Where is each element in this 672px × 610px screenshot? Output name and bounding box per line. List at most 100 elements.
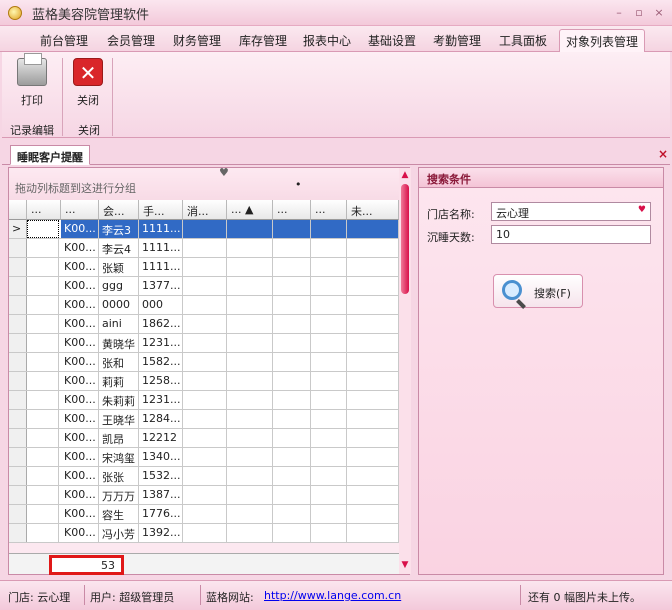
cell-col-8[interactable] [311,448,347,466]
cell-col-7[interactable] [273,410,311,428]
cell-sorted[interactable] [227,524,273,542]
cell-col-1[interactable] [27,486,59,504]
menu-members[interactable]: 会员管理 [107,32,155,49]
cell-member-name[interactable]: 李云4 [99,239,139,257]
cell-col-1[interactable] [27,296,59,314]
cell-unvisited[interactable] [347,467,399,485]
row-indicator[interactable] [9,505,27,523]
cell-sorted[interactable] [227,353,273,371]
cell-phone[interactable]: 1387... [139,486,183,504]
cell-col-7[interactable] [273,429,311,447]
header-phone[interactable]: 手... [139,200,183,220]
menu-front-desk[interactable]: 前台管理 [40,32,88,49]
cell-col-8[interactable] [311,277,347,295]
vertical-scrollbar[interactable]: ▲ ▼ [399,168,411,574]
row-indicator[interactable] [9,429,27,447]
table-row[interactable]: K00... aini 1862... [9,315,399,334]
table-row[interactable]: > K00... 李云3 1111... [9,220,399,239]
cell-unvisited[interactable] [347,448,399,466]
cell-consume[interactable] [183,410,227,428]
cell-member-id[interactable]: K00... [61,296,99,314]
cell-sorted[interactable] [227,334,273,352]
cell-consume[interactable] [183,296,227,314]
cell-unvisited[interactable] [347,277,399,295]
scroll-thumb[interactable] [401,184,409,294]
cell-consume[interactable] [183,239,227,257]
cell-col-1[interactable] [27,372,59,390]
row-indicator[interactable] [9,277,27,295]
cell-col-8[interactable] [311,315,347,333]
cell-col-7[interactable] [273,448,311,466]
cell-col-1[interactable] [27,467,59,485]
cell-sorted[interactable] [227,277,273,295]
tab-sleeping-customers[interactable]: 睡眠客户提醒 [10,145,90,165]
cell-col-1[interactable] [27,315,59,333]
header-col-7[interactable]: ... [273,200,311,220]
cell-phone[interactable]: 1340... [139,448,183,466]
cell-phone[interactable]: 1111... [139,258,183,276]
group-by-area[interactable]: 拖动列标题到这进行分组 ♥ • [9,166,399,200]
cell-col-8[interactable] [311,239,347,257]
cell-col-7[interactable] [273,315,311,333]
cell-phone[interactable]: 1231... [139,334,183,352]
cell-member-id[interactable]: K00... [61,448,99,466]
cell-phone[interactable]: 1377... [139,277,183,295]
row-indicator[interactable] [9,486,27,504]
cell-sorted[interactable] [227,220,273,238]
cell-member-id[interactable]: K00... [61,220,99,238]
cell-unvisited[interactable] [347,524,399,542]
cell-consume[interactable] [183,505,227,523]
cell-sorted[interactable] [227,410,273,428]
cell-col-7[interactable] [273,277,311,295]
table-row[interactable]: K00... 宋鸿玺 1340... [9,448,399,467]
cell-member-id[interactable]: K00... [61,467,99,485]
cell-sorted[interactable] [227,296,273,314]
search-button[interactable]: 搜索(F) [493,274,583,308]
table-row[interactable]: K00... 张颖 1111... [9,258,399,277]
cell-member-name[interactable]: 李云3 [99,220,139,238]
cell-member-name[interactable]: 莉莉 [99,372,139,390]
cell-member-id[interactable]: K00... [61,486,99,504]
menu-object-list[interactable]: 对象列表管理 [559,29,646,53]
row-indicator[interactable] [9,239,27,257]
cell-member-id[interactable]: K00... [61,391,99,409]
print-button[interactable]: 打印 [12,53,52,114]
cell-sorted[interactable] [227,448,273,466]
cell-consume[interactable] [183,372,227,390]
cell-col-7[interactable] [273,258,311,276]
cell-col-7[interactable] [273,353,311,371]
cell-col-8[interactable] [311,372,347,390]
table-row[interactable]: K00... 张张 1532... [9,467,399,486]
cell-member-id[interactable]: K00... [61,410,99,428]
cell-sorted[interactable] [227,315,273,333]
cell-unvisited[interactable] [347,429,399,447]
cell-consume[interactable] [183,448,227,466]
cell-col-8[interactable] [311,353,347,371]
cell-col-8[interactable] [311,220,347,238]
cell-sorted[interactable] [227,429,273,447]
cell-member-name[interactable]: 张张 [99,467,139,485]
cell-member-id[interactable]: K00... [61,524,99,542]
cell-phone[interactable]: 1231... [139,391,183,409]
cell-sorted[interactable] [227,258,273,276]
store-name-select[interactable]: 云心理 ♥ [491,202,651,221]
cell-col-8[interactable] [311,258,347,276]
cell-sorted[interactable] [227,505,273,523]
row-indicator[interactable] [9,334,27,352]
header-consume[interactable]: 消... [183,200,227,220]
cell-consume[interactable] [183,353,227,371]
menu-settings[interactable]: 基础设置 [368,32,416,49]
cell-member-id[interactable]: K00... [61,353,99,371]
scroll-down-icon[interactable]: ▼ [400,560,410,570]
cell-col-7[interactable] [273,220,311,238]
table-row[interactable]: K00... ggg 1377... [9,277,399,296]
cell-member-id[interactable]: K00... [61,429,99,447]
cell-unvisited[interactable] [347,372,399,390]
cell-unvisited[interactable] [347,410,399,428]
cell-col-8[interactable] [311,524,347,542]
cell-phone[interactable]: 1862... [139,315,183,333]
cell-member-id[interactable]: K00... [61,277,99,295]
cell-col-8[interactable] [311,391,347,409]
cell-unvisited[interactable] [347,315,399,333]
cell-phone[interactable]: 1532... [139,467,183,485]
